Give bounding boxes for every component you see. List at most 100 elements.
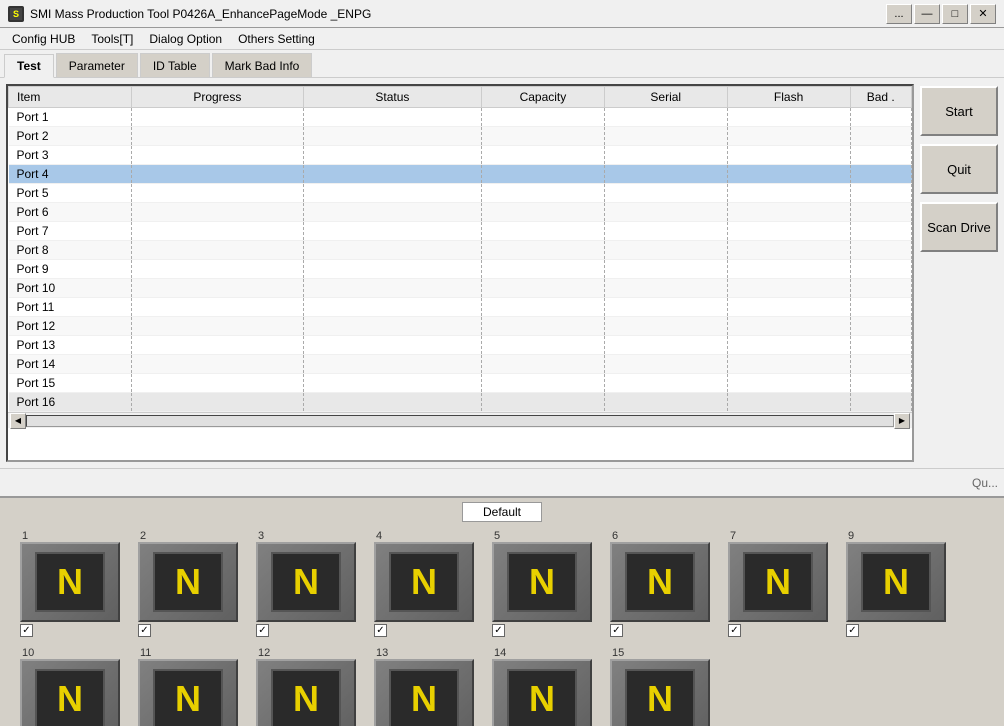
port-checkbox[interactable] [846,624,859,637]
port-icon[interactable]: N [20,542,120,622]
table-row[interactable]: Port 1 [9,108,912,127]
cell-col6 [850,393,911,412]
cell-col5 [727,374,850,393]
port-checkbox[interactable] [374,624,387,637]
port-icon[interactable]: N [20,659,120,726]
table-row[interactable]: Port 9 [9,260,912,279]
horizontal-scrollbar[interactable]: ◀ ▶ [8,412,912,428]
cell-col5 [727,260,850,279]
port-icon[interactable]: N [138,542,238,622]
port-icon[interactable]: N [610,542,710,622]
port-checkbox[interactable] [728,624,741,637]
port-checkbox[interactable] [610,624,623,637]
port-icon[interactable]: N [846,542,946,622]
port-checkbox[interactable] [492,624,505,637]
tab-id-table[interactable]: ID Table [140,53,210,77]
port-item: 11N [138,647,248,726]
port-checkbox[interactable] [138,624,151,637]
port-icon[interactable]: N [374,542,474,622]
cell-col1 [131,222,303,241]
port-icon-letter: N [389,669,459,726]
scan-drive-button[interactable]: Scan Drive [920,202,998,252]
table-scroll[interactable]: Item Progress Status Capacity Serial Fla… [8,86,912,412]
cell-item: Port 6 [9,203,132,222]
port-icon[interactable]: N [492,542,592,622]
port-icon[interactable]: N [374,659,474,726]
port-number-label: 15 [610,647,624,659]
port-checkbox[interactable] [256,624,269,637]
tab-mark-bad-info[interactable]: Mark Bad Info [212,53,313,77]
close-button[interactable]: ✕ [970,4,996,24]
port-item: 4N [374,530,484,639]
table-row[interactable]: Port 7 [9,222,912,241]
cell-col6 [850,317,911,336]
maximize-button[interactable]: □ [942,4,968,24]
cell-col4 [604,203,727,222]
table-row[interactable]: Port 11 [9,298,912,317]
col-item: Item [9,87,132,108]
port-icon[interactable]: N [728,542,828,622]
menu-dialog-option[interactable]: Dialog Option [141,30,230,48]
menu-others-setting[interactable]: Others Setting [230,30,323,48]
cell-col4 [604,241,727,260]
table-row[interactable]: Port 5 [9,184,912,203]
cell-col1 [131,336,303,355]
scroll-right-button[interactable]: ▶ [894,413,910,429]
table-row[interactable]: Port 8 [9,241,912,260]
port-checkbox[interactable] [20,624,33,637]
scroll-left-button[interactable]: ◀ [10,413,26,429]
cell-col6 [850,279,911,298]
cell-col5 [727,241,850,260]
start-button[interactable]: Start [920,86,998,136]
minimize-button2[interactable]: — [914,4,940,24]
cell-col1 [131,146,303,165]
port-item: 12N [256,647,366,726]
port-icon[interactable]: N [492,659,592,726]
cell-col6 [850,222,911,241]
port-item: 7N [728,530,838,639]
table-row[interactable]: Port 13 [9,336,912,355]
table-row[interactable]: Port 16 [9,393,912,412]
cell-item: Port 2 [9,127,132,146]
port-icon-letter: N [153,552,223,612]
port-number-label: 12 [256,647,270,659]
cell-col3 [481,298,604,317]
cell-col2 [303,374,481,393]
menu-bar: Config HUB Tools[T] Dialog Option Others… [0,28,1004,50]
minimize-button[interactable]: ... [886,4,912,24]
cell-col6 [850,165,911,184]
port-checkbox-row [20,622,33,639]
port-icon[interactable]: N [256,659,356,726]
ports-header: Default [0,498,1004,524]
quit-button[interactable]: Quit [920,144,998,194]
table-row[interactable]: Port 12 [9,317,912,336]
table-row[interactable]: Port 3 [9,146,912,165]
table-row[interactable]: Port 4 [9,165,912,184]
table-row[interactable]: Port 14 [9,355,912,374]
table-row[interactable]: Port 10 [9,279,912,298]
port-icon-letter: N [271,552,341,612]
menu-tools[interactable]: Tools[T] [83,30,141,48]
port-icon[interactable]: N [138,659,238,726]
port-icon[interactable]: N [610,659,710,726]
port-item: 1N [20,530,130,639]
tab-parameter[interactable]: Parameter [56,53,138,77]
menu-config-hub[interactable]: Config HUB [4,30,83,48]
tab-test[interactable]: Test [4,54,54,78]
port-checkbox-row [374,622,387,639]
cell-item: Port 10 [9,279,132,298]
scrollbar-track[interactable] [26,415,894,427]
table-container: Item Progress Status Capacity Serial Fla… [6,84,914,462]
cell-col4 [604,336,727,355]
bottom-bar: Qu... [0,468,1004,496]
table-row[interactable]: Port 6 [9,203,912,222]
cell-col5 [727,165,850,184]
title-bar: S SMI Mass Production Tool P0426A_Enhanc… [0,0,1004,28]
table-row[interactable]: Port 2 [9,127,912,146]
cell-col4 [604,127,727,146]
table-row[interactable]: Port 15 [9,374,912,393]
cell-col5 [727,279,850,298]
cell-col5 [727,184,850,203]
port-icon[interactable]: N [256,542,356,622]
cell-col6 [850,184,911,203]
